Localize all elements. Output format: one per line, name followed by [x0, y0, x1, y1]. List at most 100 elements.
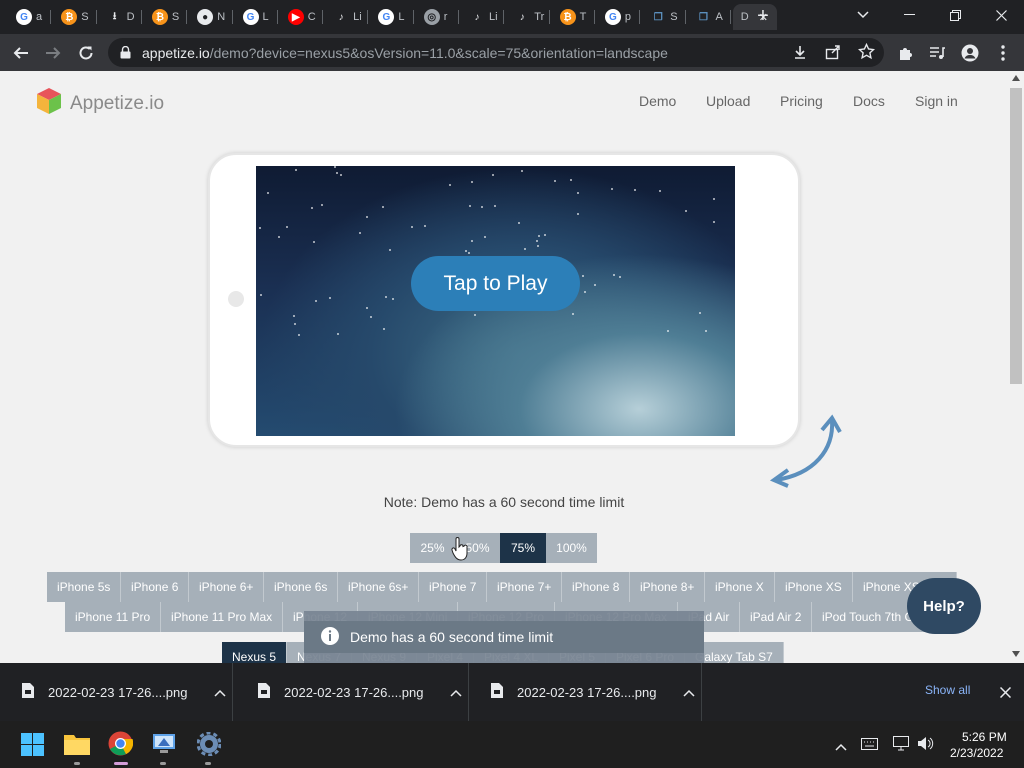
extensions-puzzle-icon[interactable] [893, 40, 919, 66]
clock-time[interactable]: 5:26 PM [962, 730, 1007, 744]
browser-tab[interactable]: ₿ S [144, 4, 184, 30]
network-icon[interactable] [893, 736, 909, 756]
address-bar[interactable]: appetize.io/demo?device=nexus5&osVersion… [108, 38, 884, 67]
browser-tab[interactable]: ⭳ D [99, 4, 139, 30]
chevron-up-icon[interactable] [449, 685, 462, 700]
star [449, 184, 451, 186]
device-option[interactable]: Nexus 5 [222, 642, 288, 663]
appetize-icon: ❐ [653, 11, 663, 23]
file-icon [258, 683, 270, 701]
star [336, 172, 338, 174]
rotate-device-icon[interactable] [768, 414, 844, 493]
device-option[interactable]: iPhone X [705, 572, 775, 602]
device-option[interactable]: iPhone 8 [562, 572, 631, 602]
device-option[interactable]: iPhone 8+ [630, 572, 706, 602]
device-option[interactable]: iPhone 11 Pro Max [161, 602, 284, 632]
star [481, 206, 483, 208]
device-screen[interactable]: Tap to Play [256, 166, 735, 436]
back-button[interactable] [8, 40, 34, 66]
tray-chevron-up-icon[interactable] [835, 738, 847, 756]
close-window-button[interactable] [978, 0, 1024, 30]
file-explorer-icon[interactable] [64, 733, 90, 760]
device-option[interactable]: iPhone 6s+ [338, 572, 420, 602]
close-downloads-icon[interactable] [999, 685, 1012, 703]
lock-icon[interactable] [120, 45, 131, 64]
minimize-button[interactable] [886, 0, 932, 30]
new-tab-button[interactable]: + [750, 4, 776, 28]
browser-tab[interactable]: ▶ C [280, 4, 320, 30]
show-all-downloads-link[interactable]: Show all [925, 683, 970, 697]
browser-tab[interactable]: ♪ Li [325, 4, 365, 30]
url-text[interactable]: appetize.io/demo?device=nexus5&osVersion… [142, 45, 668, 61]
browser-tab[interactable]: ◎ r [416, 4, 456, 30]
browser-tab[interactable]: ♪ Li [461, 4, 501, 30]
star [260, 294, 262, 296]
tab-title: C [307, 11, 316, 23]
remote-desktop-icon[interactable] [152, 732, 176, 761]
star [554, 180, 556, 182]
nav-demo[interactable]: Demo [639, 93, 676, 109]
browser-tab[interactable]: ♪ Tr [506, 4, 546, 30]
profile-avatar-icon[interactable] [957, 40, 983, 66]
windows-start-icon[interactable] [21, 733, 44, 761]
star [572, 313, 574, 315]
device-option[interactable]: iPhone 6+ [189, 572, 265, 602]
device-option[interactable]: iPhone 6s [264, 572, 339, 602]
device-option[interactable]: iPhone 7+ [487, 572, 563, 602]
volume-icon[interactable] [917, 736, 935, 756]
browser-tab[interactable]: GL [235, 4, 275, 30]
download-item[interactable]: 2022-02-23 17-26....png [236, 663, 469, 721]
device-option[interactable]: iPhone 5s [47, 572, 122, 602]
chevron-up-icon[interactable] [682, 685, 695, 700]
tab-title: D [740, 11, 749, 23]
bookmark-star-icon[interactable] [857, 42, 876, 65]
tap-to-play-button[interactable]: Tap to Play [411, 256, 580, 311]
browser-tab[interactable]: ₿ S [53, 4, 93, 30]
browser-tab[interactable]: ❐ S [642, 4, 682, 30]
chevron-up-icon[interactable] [213, 685, 226, 700]
zoom-75-button[interactable]: 75% [500, 533, 546, 563]
share-icon[interactable] [825, 44, 841, 65]
browser-tab[interactable]: Gp [597, 4, 637, 30]
settings-gear-icon[interactable] [196, 731, 222, 761]
browser-tab[interactable]: ● N [189, 4, 229, 30]
device-option[interactable]: iPhone 7 [419, 572, 488, 602]
reload-button[interactable] [73, 40, 99, 66]
zoom-25-button[interactable]: 25% [410, 533, 455, 563]
star [293, 315, 295, 317]
forward-button[interactable] [40, 40, 66, 66]
star [392, 298, 394, 300]
browser-tab[interactable]: Ga [8, 4, 48, 30]
star [321, 204, 323, 206]
device-option[interactable]: iPhone 6 [121, 572, 190, 602]
media-control-icon[interactable] [924, 40, 950, 66]
nav-sign-in[interactable]: Sign in [915, 93, 958, 109]
install-download-icon[interactable] [792, 44, 808, 65]
chrome-taskbar-icon[interactable] [108, 731, 134, 761]
keyboard-icon[interactable] [861, 737, 878, 755]
site-logo[interactable]: Appetize.io [34, 86, 164, 121]
bitcoin-icon: ₿ [559, 9, 576, 25]
nav-docs[interactable]: Docs [853, 93, 885, 109]
bitcoin-icon: ₿ [61, 9, 78, 25]
help-button[interactable]: Help? [907, 578, 981, 634]
browser-tab[interactable]: ₿ T [552, 4, 592, 30]
chrome-menu-icon[interactable] [990, 40, 1016, 66]
tab-separator [412, 10, 414, 24]
star [474, 314, 476, 316]
download-item[interactable]: 2022-02-23 17-26....png [0, 663, 233, 721]
device-option[interactable]: iPhone XS [775, 572, 853, 602]
browser-tab[interactable]: GL [370, 4, 410, 30]
tab-title: T [579, 11, 587, 23]
restore-button[interactable] [932, 0, 978, 30]
tab-search-chevron-icon[interactable] [840, 0, 886, 30]
nav-upload[interactable]: Upload [706, 93, 750, 109]
device-option[interactable]: iPhone 11 Pro [65, 602, 162, 632]
clock-date[interactable]: 2/23/2022 [950, 746, 1003, 760]
nav-pricing[interactable]: Pricing [780, 93, 823, 109]
browser-tab[interactable]: ❐ A [688, 4, 728, 30]
device-option[interactable]: iPad Air 2 [740, 602, 813, 632]
scrollbar-thumb[interactable] [1010, 88, 1022, 384]
download-item[interactable]: 2022-02-23 17-26....png [469, 663, 702, 721]
zoom-100-button[interactable]: 100% [546, 533, 597, 563]
